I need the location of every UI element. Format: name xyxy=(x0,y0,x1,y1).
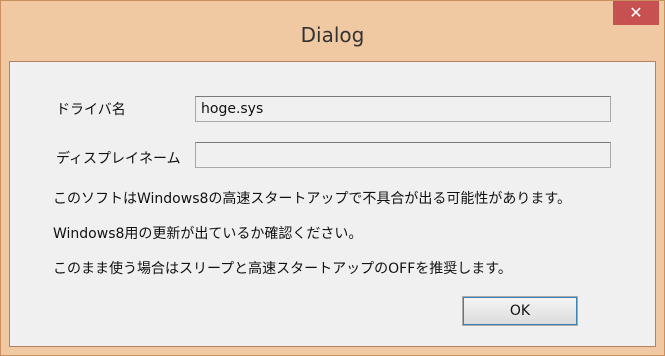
title-bar[interactable]: Dialog ✕ xyxy=(1,1,664,61)
close-icon: ✕ xyxy=(629,3,643,22)
dialog-window: Dialog ✕ ドライバ名 hoge.sys ディスプレイネーム このソフトは… xyxy=(0,0,665,356)
display-name-label: ディスプレイネーム xyxy=(56,151,181,167)
dialog-client-area: ドライバ名 hoge.sys ディスプレイネーム このソフトはWindows8の… xyxy=(9,61,656,347)
message-line-3: このまま使う場合はスリープと高速スタートアップのOFFを推奨します。 xyxy=(53,261,512,277)
window-title: Dialog xyxy=(300,23,365,47)
ok-button[interactable]: OK xyxy=(462,296,578,326)
message-line-1: このソフトはWindows8の高速スタートアップで不具合が出る可能性があります。 xyxy=(53,191,571,207)
close-button[interactable]: ✕ xyxy=(613,1,659,25)
message-line-2: Windows8用の更新が出ているか確認ください。 xyxy=(53,226,363,242)
driver-name-field[interactable]: hoge.sys xyxy=(195,96,611,122)
display-name-field[interactable] xyxy=(195,142,611,168)
driver-name-label: ドライバ名 xyxy=(56,102,126,118)
